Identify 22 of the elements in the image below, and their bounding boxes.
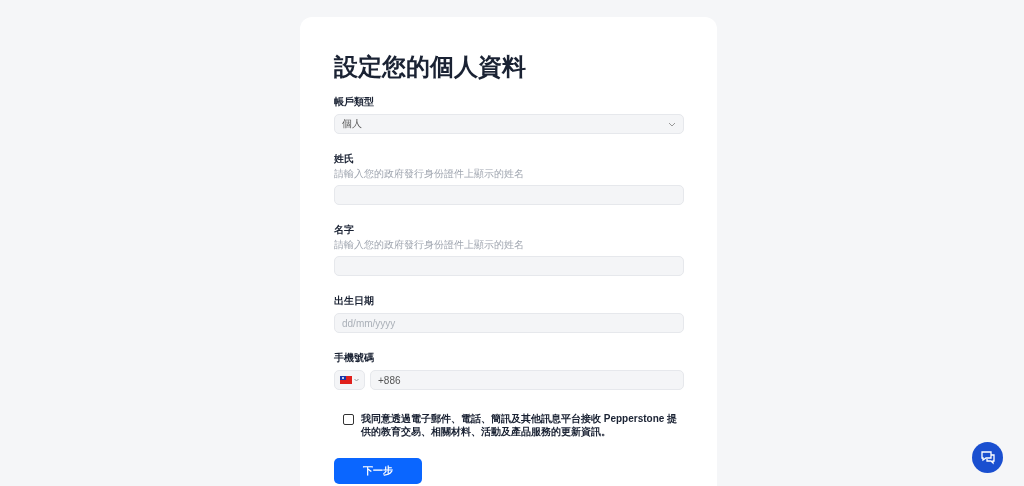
- field-hint: 請輸入您的政府發行身份證件上顯示的姓名: [334, 168, 525, 180]
- caret-icon: [668, 121, 676, 127]
- next-button[interactable]: 下一步: [334, 458, 422, 484]
- field-label: 姓氏: [334, 152, 355, 166]
- chat-button[interactable]: [972, 442, 1003, 473]
- consent-checkbox[interactable]: [343, 414, 354, 425]
- input-field[interactable]: [334, 185, 684, 205]
- field-label: 名字: [334, 223, 355, 237]
- consent-text: 我同意透過電子郵件、電話、簡訊及其他訊息平台接收 Pepperstone 提供的教育交易、相關材料、活動及產品服務的更新資訊。: [361, 412, 679, 438]
- flag-icon: [340, 376, 352, 384]
- phone-field[interactable]: +886: [370, 370, 684, 390]
- chat-icon: [979, 450, 996, 465]
- input-field[interactable]: [334, 256, 684, 276]
- field-label: 出生日期: [334, 294, 375, 308]
- date-field[interactable]: dd/mm/yyyy: [334, 313, 684, 333]
- field-label: 手機號碼: [334, 351, 375, 365]
- country-select[interactable]: [334, 370, 365, 390]
- caret-icon: [354, 378, 359, 382]
- field-hint: 請輸入您的政府發行身份證件上顯示的姓名: [334, 239, 525, 251]
- account-type-select[interactable]: 個人: [334, 114, 684, 134]
- field-label: 帳戶類型: [334, 95, 375, 109]
- page-title: 設定您的個人資料: [334, 52, 527, 82]
